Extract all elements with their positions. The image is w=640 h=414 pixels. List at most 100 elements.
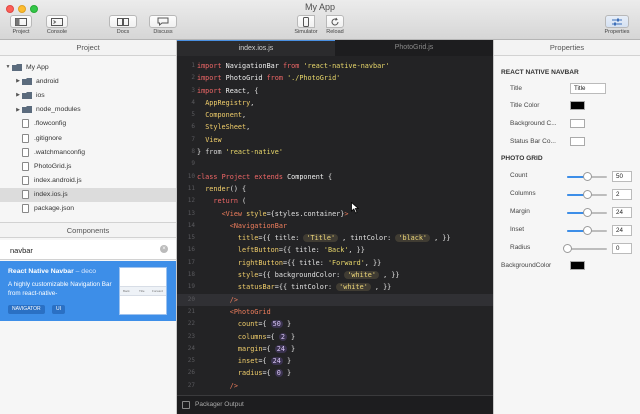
clear-search-icon[interactable]: ×	[160, 245, 168, 253]
properties-panel-header: Properties	[494, 40, 640, 56]
docs-toolbar-button[interactable]: Docs	[108, 15, 138, 35]
radius-prop-input[interactable]: 0	[612, 243, 632, 254]
code-line: 27 />	[187, 381, 238, 390]
code-line: 8} from 'react-native'	[191, 148, 283, 157]
chevron-down-icon[interactable]: ▼	[4, 64, 12, 70]
file-tree-label: node_modules	[36, 106, 81, 114]
code-line: 18 style={{ backgroundColor: 'white' , }…	[187, 271, 400, 280]
status-bar-color-swatch[interactable]	[570, 137, 585, 146]
tag-badge-navigator[interactable]: NAVIGATOR	[8, 305, 45, 314]
code-line: 16 leftButton={{ title: 'Back', }}	[187, 246, 365, 255]
title-prop-input[interactable]: Title	[570, 83, 606, 94]
inset-prop-input[interactable]: 24	[612, 225, 632, 236]
file-tree-item[interactable]: .gitignore	[0, 131, 176, 145]
background-color-label: Background C...	[510, 120, 557, 127]
code-line: 21 <PhotoGrid	[187, 307, 271, 316]
folder-icon	[22, 91, 32, 99]
chat-bubble-icon	[149, 15, 177, 28]
margin-prop-label: Margin	[510, 208, 530, 215]
file-tree-item[interactable]: PhotoGrid.js	[0, 159, 176, 173]
thumb-forward-label: Forward	[152, 289, 164, 293]
columns-prop-label: Columns	[510, 190, 536, 197]
simulator-toolbar-button[interactable]: Simulator	[290, 15, 322, 35]
project-panel-header: Project	[0, 40, 176, 56]
file-icon	[22, 119, 29, 129]
code-line: 26 radius={ 0 }	[187, 369, 292, 378]
packager-output-label: Packager Output	[195, 401, 244, 408]
file-tree-item[interactable]: ▶ ios	[0, 88, 176, 102]
code-editor[interactable]: index.ios.js PhotoGrid.js 1 import Naviga…	[177, 40, 493, 414]
title-color-swatch[interactable]	[570, 101, 585, 110]
code-line: 14 <NavigationBar	[187, 221, 288, 230]
radius-prop-label: Radius	[510, 244, 531, 251]
background-color-swatch[interactable]	[570, 119, 585, 128]
slider-knob[interactable]	[582, 172, 592, 181]
title-color-label: Title Color	[510, 102, 540, 109]
background-color-prop-label: BackgroundColor	[501, 262, 552, 269]
code-line: 17 rightButton={{ title: 'Forward', }}	[187, 258, 382, 267]
file-tree-item[interactable]: index.ios.js	[0, 187, 176, 202]
file-tree-label: package.json	[34, 205, 75, 213]
slider-knob[interactable]	[582, 190, 592, 199]
file-icon	[22, 176, 29, 186]
packager-output-bar[interactable]: Packager Output	[177, 395, 493, 414]
columns-prop-input[interactable]: 2	[612, 189, 632, 200]
code-line: 10 class Project extends Component {	[187, 172, 333, 181]
folder-icon	[12, 63, 22, 71]
reload-icon	[326, 15, 344, 28]
code-line: 20 />	[177, 293, 493, 306]
file-tree-item[interactable]: ▶ android	[0, 74, 176, 88]
file-icon	[22, 204, 29, 214]
console-icon	[46, 15, 68, 28]
chevron-right-icon[interactable]: ▶	[14, 92, 22, 98]
chevron-right-icon[interactable]: ▶	[14, 107, 22, 113]
thumb-title-label: Title	[139, 289, 145, 293]
count-prop-input[interactable]: 50	[612, 171, 632, 182]
file-tree-label: android	[36, 77, 59, 85]
margin-slider[interactable]	[567, 208, 607, 217]
component-search-input[interactable]: navbar ×	[0, 240, 176, 260]
component-result-card[interactable]: React Native Navbar – deco A highly cust…	[0, 261, 176, 321]
components-panel-header: Components	[0, 222, 176, 238]
terminal-icon	[182, 401, 190, 409]
file-icon	[22, 147, 29, 157]
file-icon	[22, 133, 29, 143]
file-tree-item[interactable]: package.json	[0, 202, 176, 216]
count-slider[interactable]	[567, 172, 607, 181]
code-line: 22 count={ 50 }	[187, 320, 292, 329]
tab-index-ios[interactable]: index.ios.js	[177, 40, 335, 56]
file-tree-item[interactable]: index.android.js	[0, 174, 176, 188]
chevron-right-icon[interactable]: ▶	[14, 78, 22, 84]
slider-knob[interactable]	[562, 244, 572, 253]
file-tree-item[interactable]: .watchmanconfig	[0, 145, 176, 159]
code-line: 24 margin={ 24 }	[187, 344, 296, 353]
slider-knob[interactable]	[582, 208, 592, 217]
console-toolbar-button[interactable]: Console	[40, 15, 74, 35]
search-query-text: navbar	[10, 246, 33, 255]
slider-knob[interactable]	[582, 226, 592, 235]
inset-slider[interactable]	[567, 226, 607, 235]
radius-slider[interactable]	[562, 244, 607, 253]
project-toolbar-button[interactable]: Project	[4, 15, 38, 35]
code-line: 1 import NavigationBar from 'react-native…	[191, 62, 390, 70]
reload-toolbar-button[interactable]: Reload	[322, 15, 348, 35]
columns-slider[interactable]	[567, 190, 607, 199]
file-tree: ▼ My App ▶ android ▶ ios ▶ node_modules .flowcon…	[0, 56, 176, 216]
tag-badge-ui[interactable]: UI	[52, 305, 65, 314]
file-tree-item[interactable]: .flowconfig	[0, 117, 176, 131]
properties-toolbar-button[interactable]: Properties	[600, 15, 634, 35]
code-line: 6 StyleSheet,	[191, 123, 251, 132]
status-bar-color-label: Status Bar Co...	[510, 138, 556, 145]
tab-photogrid[interactable]: PhotoGrid.js	[335, 40, 493, 56]
discuss-toolbar-button[interactable]: Discuss	[148, 15, 178, 35]
docs-icon	[109, 15, 137, 28]
sliders-icon	[605, 15, 629, 28]
margin-prop-input[interactable]: 24	[612, 207, 632, 218]
code-area[interactable]: 1 import NavigationBar from 'react-native…	[177, 60, 493, 395]
file-tree-label: index.android.js	[34, 177, 82, 185]
grid-background-swatch[interactable]	[570, 261, 585, 270]
file-tree-item[interactable]: ▶ node_modules	[0, 103, 176, 117]
sidebar-icon	[10, 15, 32, 28]
code-line: 11 render() {	[187, 184, 247, 193]
file-tree-item[interactable]: ▼ My App	[0, 60, 176, 74]
